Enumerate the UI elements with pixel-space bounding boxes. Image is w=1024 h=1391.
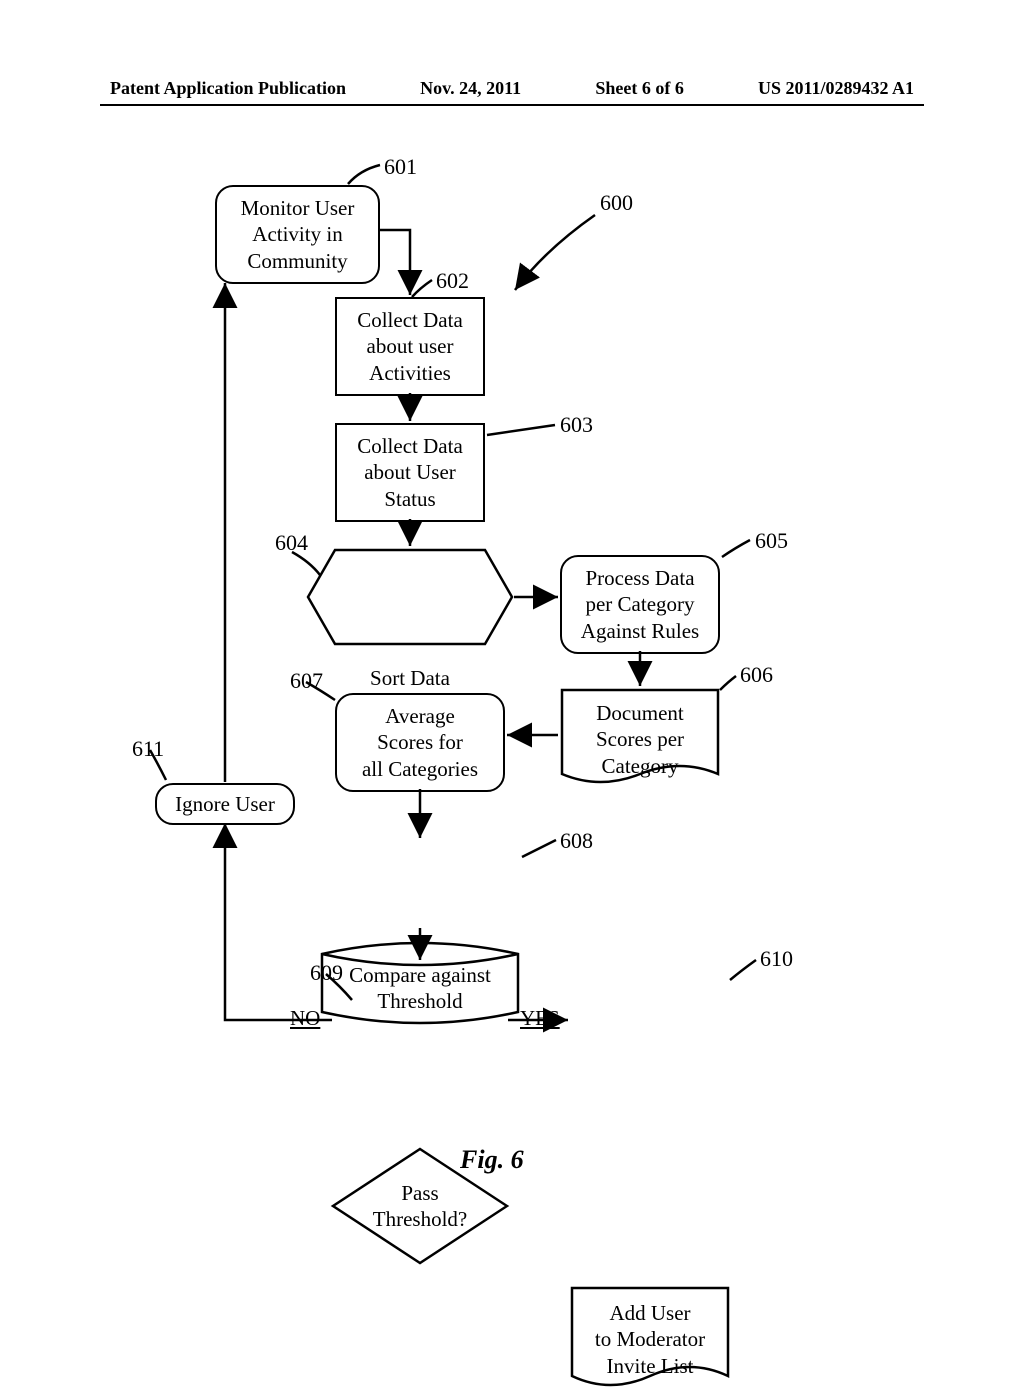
label-603: 603 <box>560 412 593 438</box>
page-header: Patent Application Publication Nov. 24, … <box>0 78 1024 99</box>
publication-number: US 2011/0289432 A1 <box>758 78 914 99</box>
flowchart-canvas: Monitor UserActivity inCommunity Collect… <box>0 160 1024 1210</box>
node-process-data: Process Dataper CategoryAgainst Rules <box>560 555 720 654</box>
node-monitor-user-activity: Monitor UserActivity inCommunity <box>215 185 380 284</box>
node-text: Ignore User <box>175 792 275 816</box>
label-610: 610 <box>760 946 793 972</box>
header-date: Nov. 24, 2011 <box>420 78 521 99</box>
label-611: 611 <box>132 736 164 762</box>
node-text: PassThreshold? <box>373 1181 467 1231</box>
node-text: Add Userto ModeratorInvite List <box>595 1301 705 1378</box>
hexagon-icon <box>305 547 515 647</box>
edge-label-yes: YES <box>520 1006 560 1031</box>
label-601: 601 <box>384 154 417 180</box>
node-text: Process Dataper CategoryAgainst Rules <box>581 566 699 643</box>
label-605: 605 <box>755 528 788 554</box>
node-text: Collect Dataabout userActivities <box>357 308 463 385</box>
label-604: 604 <box>275 530 308 556</box>
edge-label-no: NO <box>290 1006 320 1031</box>
label-600: 600 <box>600 190 633 216</box>
header-left: Patent Application Publication <box>110 78 346 99</box>
node-collect-activities: Collect Dataabout userActivities <box>335 297 485 396</box>
node-text: Collect Dataabout UserStatus <box>357 434 463 511</box>
label-602: 602 <box>436 268 469 294</box>
node-collect-status: Collect Dataabout UserStatus <box>335 423 485 522</box>
node-text: DocumentScores perCategory <box>596 701 684 778</box>
figure-caption: Fig. 6 <box>460 1145 524 1175</box>
node-text: Monitor UserActivity inCommunity <box>241 196 355 273</box>
label-607: 607 <box>290 668 323 694</box>
label-608: 608 <box>560 828 593 854</box>
node-text: AverageScores forall Categories <box>362 704 478 781</box>
label-606: 606 <box>740 662 773 688</box>
node-add-user-moderator: Add Userto ModeratorInvite List <box>570 1286 730 1391</box>
node-text: Compare againstThreshold <box>349 963 491 1013</box>
node-ignore-user: Ignore User <box>155 783 295 825</box>
header-sheet: Sheet 6 of 6 <box>595 78 684 99</box>
node-compare-threshold: Compare againstThreshold <box>320 940 520 1026</box>
node-document-scores: DocumentScores perCategory <box>560 688 720 788</box>
header-divider <box>100 104 924 106</box>
label-609: 609 <box>310 960 343 986</box>
node-sort-data-hex: Sort Dataper Categoryfor Moderation <box>305 547 515 647</box>
node-average-scores: AverageScores forall Categories <box>335 693 505 792</box>
